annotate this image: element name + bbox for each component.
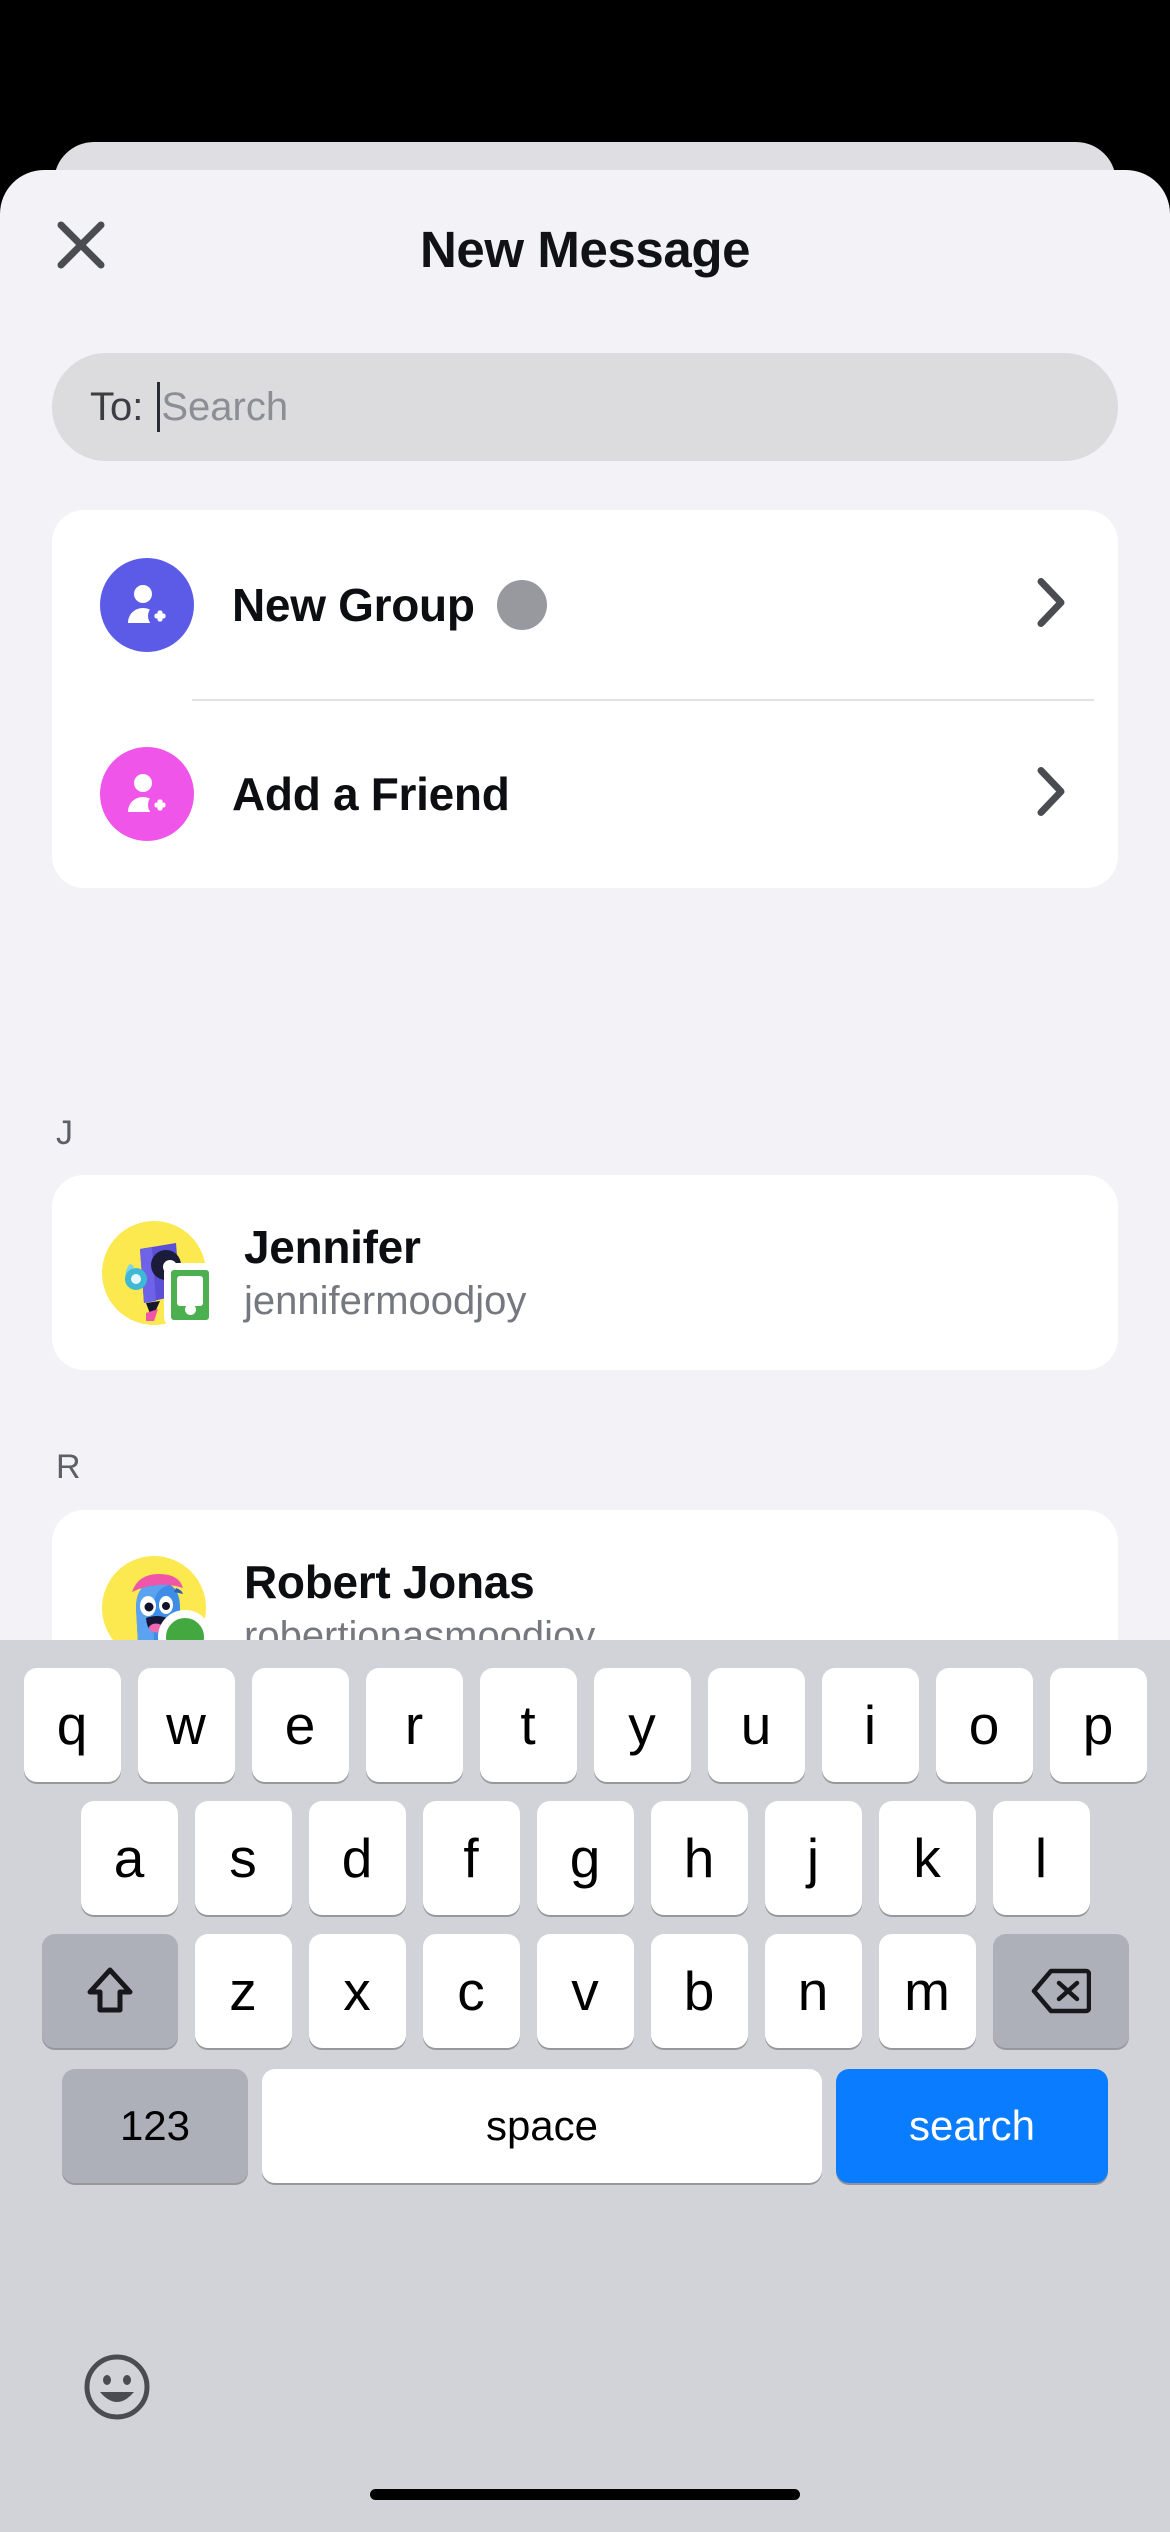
- key-s[interactable]: s: [194, 1801, 292, 1915]
- contact-info: Robert Jonas robertjonasmoodjoy: [244, 1555, 596, 1640]
- key-a[interactable]: a: [80, 1801, 178, 1915]
- key-p[interactable]: p: [1049, 1668, 1147, 1782]
- on-screen-keyboard: qwertyuiop asdfghjkl zxcvbnm 123 space s…: [0, 1640, 1170, 2532]
- avatar: [102, 1555, 212, 1640]
- key-g[interactable]: g: [536, 1801, 634, 1915]
- new-message-sheet: New Message To: Search New Group Add a F…: [0, 170, 1170, 1640]
- section-header-r: R: [56, 1448, 81, 1486]
- numeric-key[interactable]: 123: [62, 2069, 248, 2183]
- contact-name: Jennifer: [244, 1220, 421, 1273]
- key-b[interactable]: b: [650, 1934, 748, 2048]
- key-j[interactable]: j: [764, 1801, 862, 1915]
- key-u[interactable]: u: [707, 1668, 805, 1782]
- contact-info: Jennifer jennifermoodjoy: [244, 1220, 527, 1324]
- contact-name: Robert Jonas: [244, 1555, 535, 1608]
- new-group-row[interactable]: New Group: [52, 510, 1118, 701]
- chevron-right-icon: [1034, 763, 1068, 824]
- page-title: New Message: [419, 221, 751, 278]
- key-h[interactable]: h: [650, 1801, 748, 1915]
- contact-handle: robertjonasmoodjoy: [244, 1614, 596, 1640]
- space-key[interactable]: space: [262, 2069, 822, 2183]
- contact-card-robert: Robert Jonas robertjonasmoodjoy: [52, 1510, 1118, 1640]
- key-n[interactable]: n: [764, 1934, 862, 2048]
- person-add-icon: [100, 746, 194, 841]
- key-d[interactable]: d: [308, 1801, 406, 1915]
- avatar: [102, 1220, 216, 1327]
- key-e[interactable]: e: [251, 1668, 349, 1782]
- shift-arrow-icon[interactable]: [41, 1934, 178, 2048]
- list-item[interactable]: Jennifer jennifermoodjoy: [52, 1175, 1118, 1370]
- chevron-right-icon: [1034, 574, 1068, 635]
- key-k[interactable]: k: [878, 1801, 976, 1915]
- phone-screen-glyph: [177, 1275, 203, 1306]
- key-y[interactable]: y: [593, 1668, 691, 1782]
- add-friend-row[interactable]: Add a Friend: [52, 699, 1118, 888]
- contact-handle: jennifermoodjoy: [244, 1279, 527, 1324]
- key-m[interactable]: m: [878, 1934, 976, 2048]
- keyboard-row-2: asdfghjkl: [0, 1801, 1170, 1915]
- keyboard-row-1: qwertyuiop: [0, 1668, 1170, 1782]
- backspace-icon[interactable]: [992, 1934, 1129, 2048]
- keyboard-row-3: zxcvbnm: [0, 1934, 1170, 2048]
- contact-card-jennifer: Jennifer jennifermoodjoy: [52, 1175, 1118, 1370]
- status-badge: [496, 579, 547, 630]
- action-card: New Group Add a Friend: [52, 510, 1118, 888]
- key-c[interactable]: c: [422, 1934, 520, 2048]
- sheet-header: New Message: [0, 170, 1170, 310]
- emoji-smiley-icon[interactable]: [82, 2352, 152, 2422]
- keyboard-row-4: 123 space search: [0, 2069, 1170, 2183]
- phone-icon: [164, 1262, 216, 1327]
- search-input[interactable]: To: Search: [52, 353, 1118, 461]
- key-v[interactable]: v: [536, 1934, 634, 2048]
- key-t[interactable]: t: [479, 1668, 577, 1782]
- search-placeholder: Search: [161, 384, 289, 429]
- key-i[interactable]: i: [821, 1668, 919, 1782]
- new-group-label: New Group: [232, 578, 475, 631]
- key-q[interactable]: q: [23, 1668, 121, 1782]
- key-l[interactable]: l: [992, 1801, 1090, 1915]
- key-o[interactable]: o: [935, 1668, 1033, 1782]
- list-item[interactable]: Robert Jonas robertjonasmoodjoy: [52, 1510, 1118, 1640]
- phone-screen: New Message To: Search New Group Add a F…: [0, 0, 1170, 2532]
- key-f[interactable]: f: [422, 1801, 520, 1915]
- search-return-key[interactable]: search: [836, 2069, 1108, 2183]
- person-add-icon: [100, 557, 194, 652]
- to-label: To:: [90, 384, 144, 429]
- section-header-j: J: [56, 1114, 73, 1152]
- text-caret: [157, 382, 161, 432]
- key-r[interactable]: r: [365, 1668, 463, 1782]
- key-x[interactable]: x: [308, 1934, 406, 2048]
- add-friend-label: Add a Friend: [232, 767, 510, 820]
- key-z[interactable]: z: [194, 1934, 292, 2048]
- home-indicator: [370, 2489, 800, 2500]
- key-w[interactable]: w: [137, 1668, 235, 1782]
